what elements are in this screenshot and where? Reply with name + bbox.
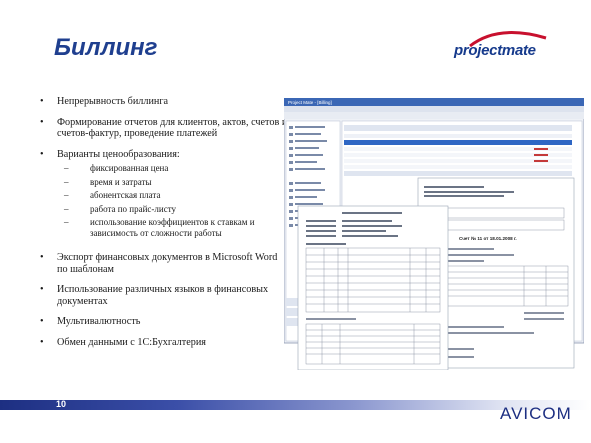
sub-text: использование коэффициентов к ставкам и … bbox=[90, 217, 255, 238]
bullet-item: • Обмен данными с 1С:Бухгалтерия bbox=[40, 337, 290, 349]
bullet-item: • Варианты ценообразования: bbox=[40, 149, 290, 161]
sub-dash: – bbox=[64, 190, 69, 200]
invoice-title: Счет № 11 от 18.01.2008 г. bbox=[459, 236, 517, 241]
bullet-text: Варианты ценообразования: bbox=[57, 148, 180, 160]
bullet-dot: • bbox=[40, 252, 44, 263]
bullet-dot: • bbox=[40, 96, 44, 107]
projectmate-logo: projectmate bbox=[454, 31, 547, 66]
sub-text: абонентская плата bbox=[90, 190, 161, 200]
report-document bbox=[297, 205, 449, 370]
sub-text: фиксированная цена bbox=[90, 163, 169, 173]
bullet-dot: • bbox=[40, 316, 44, 327]
sub-dash: – bbox=[64, 203, 69, 214]
sub-item: – использование коэффициентов к ставкам и… bbox=[52, 217, 290, 238]
app-title: Project Mate - [Billing] bbox=[288, 100, 332, 105]
bullet-text: Мультивалютность bbox=[57, 316, 141, 327]
bullet-dot: • bbox=[40, 284, 44, 295]
sub-dash: – bbox=[64, 176, 69, 187]
logo-text: projectmate bbox=[454, 42, 536, 59]
bullet-text: Формирование отчетов для клиентов, актов… bbox=[57, 116, 288, 140]
bullet-item: • Мультивалютность bbox=[40, 316, 290, 328]
sub-dash: – bbox=[64, 163, 69, 173]
bullet-text: Экспорт финансовых документов в Microsof… bbox=[57, 252, 278, 275]
sub-text: работа по прайс-листу bbox=[90, 203, 177, 214]
bullet-list: • Непрерывность биллинга • Формирование от… bbox=[40, 96, 290, 357]
bullet-dot: • bbox=[40, 116, 44, 128]
avicom-logo: AVICOM bbox=[500, 404, 572, 423]
sub-text: время и затраты bbox=[90, 176, 152, 187]
sub-item: – время и затраты bbox=[40, 177, 290, 188]
bullet-text: Обмен данными с 1С:Бухгалтерия bbox=[57, 336, 206, 348]
bullet-text: Использование различных языков в финансо… bbox=[57, 284, 269, 307]
bullet-item: • Экспорт финансовых документов в Microso… bbox=[40, 252, 290, 275]
pricing-sublist: – фиксированная цена – время и затраты – аб… bbox=[40, 163, 290, 238]
bullet-dot: • bbox=[40, 336, 44, 348]
bullet-item: • Формирование отчетов для клиентов, акто… bbox=[40, 117, 290, 140]
page-title: Биллинг bbox=[54, 34, 158, 61]
bullet-item: • Непрерывность биллинга bbox=[40, 96, 290, 108]
billing-screenshots: Project Mate - [Billing] Счет № 11 от 18… bbox=[284, 98, 584, 370]
sub-item: – фиксированная цена bbox=[40, 163, 290, 174]
page-number: 10 bbox=[56, 399, 67, 409]
sub-item: – абонентская плата bbox=[40, 190, 290, 201]
bullet-item: • Использование различных языков в финанс… bbox=[40, 284, 290, 307]
bullet-dot: • bbox=[40, 148, 44, 160]
sub-item: – работа по прайс-листу bbox=[40, 204, 290, 215]
bullet-text: Непрерывность биллинга bbox=[57, 96, 169, 107]
sub-dash: – bbox=[64, 217, 69, 227]
